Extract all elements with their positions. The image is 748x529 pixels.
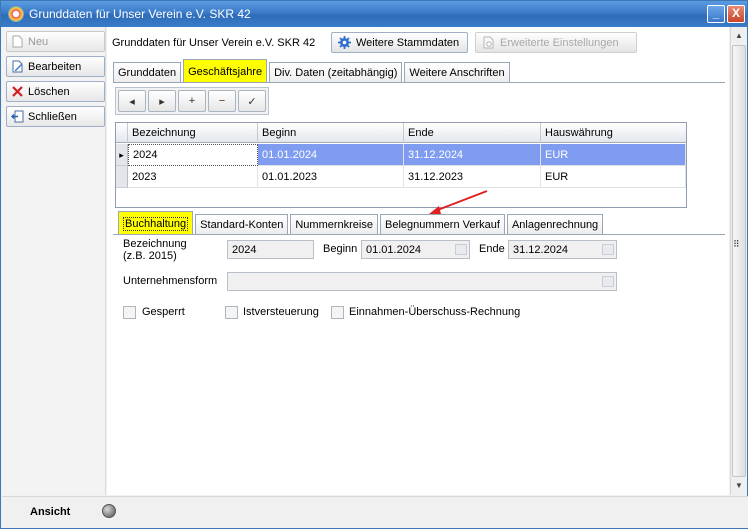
status-led-icon[interactable]	[102, 504, 116, 518]
table-cell[interactable]: EUR	[541, 166, 686, 188]
table-cell[interactable]: 31.12.2023	[404, 166, 541, 188]
calendar-icon[interactable]	[455, 244, 467, 255]
exit-icon	[11, 110, 24, 123]
splitter-grip-icon[interactable]: ⠿	[733, 239, 740, 250]
euer-label: Einnahmen-Überschuss-Rechnung	[349, 306, 521, 318]
tab-weitere-anschriften[interactable]: Weitere Anschriften	[404, 62, 510, 83]
ende-date-field[interactable]: 31.12.2024	[508, 240, 617, 259]
row-indicator: ▸	[116, 144, 128, 166]
extended-settings-button[interactable]: Erweiterte Einstellungen	[475, 32, 637, 53]
edit-button-label: Bearbeiten	[28, 60, 82, 73]
close-window-button[interactable]: X	[727, 5, 745, 23]
unternehmensform-label: Unternehmensform	[123, 275, 218, 287]
add-record-button[interactable]: +	[178, 90, 206, 112]
delete-button-label: Löschen	[28, 85, 70, 98]
table-row[interactable]: ▸ 2024 01.01.2024 31.12.2024 EUR	[116, 144, 686, 166]
table-cell[interactable]: 2024	[128, 144, 258, 166]
vertical-scrollbar[interactable]: ▲ ▼	[730, 27, 747, 495]
column-header-ende[interactable]: Ende	[404, 123, 541, 143]
column-header-hauswaehrung[interactable]: Hauswährung	[541, 123, 686, 143]
table-row[interactable]: 2023 01.01.2023 31.12.2023 EUR	[116, 166, 686, 188]
gesperrt-label: Gesperrt	[142, 306, 185, 318]
next-record-button[interactable]: ▸	[148, 90, 176, 112]
content-area: Grunddaten für Unser Verein e.V. SKR 42 …	[107, 27, 729, 495]
grid-header: Bezeichnung Beginn Ende Hauswährung	[116, 123, 686, 143]
main-window: Grunddaten für Unser Verein e.V. SKR 42 …	[0, 0, 748, 529]
bezeichnung-hint: (z.B. 2015)	[123, 250, 177, 262]
row-indicator	[116, 166, 128, 188]
unternehmensform-select[interactable]	[227, 272, 617, 291]
tab-buchhaltung[interactable]: Buchhaltung	[118, 211, 194, 235]
more-master-data-button[interactable]: Weitere Stammdaten	[331, 32, 468, 53]
sub-tab-divider	[113, 234, 725, 235]
status-bar: Ansicht	[2, 496, 748, 528]
delete-icon	[12, 86, 23, 97]
close-button-label: Schließen	[28, 110, 77, 123]
tab-geschaeftsjahre[interactable]: Geschäftsjahre	[183, 59, 268, 83]
fiscal-years-grid: Bezeichnung Beginn Ende Hauswährung ▸ 20…	[115, 122, 687, 208]
edit-icon	[12, 60, 23, 73]
sub-tab-bar: Buchhaltung Standard-Konten Nummernkreis…	[118, 210, 605, 235]
tab-divider	[113, 82, 725, 83]
beginn-date-field[interactable]: 01.01.2024	[361, 240, 470, 259]
settings-document-icon	[483, 36, 494, 49]
scroll-down-icon[interactable]: ▼	[731, 478, 747, 494]
tab-grunddaten[interactable]: Grunddaten	[113, 62, 182, 83]
euer-checkbox[interactable]	[331, 306, 344, 319]
prev-record-button[interactable]: ◂	[118, 90, 146, 112]
grid-corner	[116, 123, 128, 143]
column-header-bezeichnung[interactable]: Bezeichnung	[128, 123, 258, 143]
new-button-label: Neu	[28, 35, 49, 48]
beginn-label: Beginn	[323, 243, 358, 255]
record-navigator: ◂ ▸ + − ✓	[115, 87, 269, 115]
tab-standard-konten[interactable]: Standard-Konten	[195, 214, 289, 235]
window-title: Grunddaten für Unser Verein e.V. SKR 42	[29, 7, 251, 21]
view-label: Ansicht	[30, 506, 71, 518]
confirm-record-button[interactable]: ✓	[238, 90, 266, 112]
close-button[interactable]: Schließen	[6, 106, 105, 127]
table-cell[interactable]: 2023	[128, 166, 258, 188]
remove-record-button[interactable]: −	[208, 90, 236, 112]
page-title: Grunddaten für Unser Verein e.V. SKR 42	[112, 37, 316, 49]
more-master-data-label: Weitere Stammdaten	[356, 36, 460, 49]
tab-div-daten[interactable]: Div. Daten (zeitabhängig)	[269, 62, 403, 83]
table-cell[interactable]: EUR	[541, 144, 686, 166]
table-cell[interactable]: 31.12.2024	[404, 144, 541, 166]
delete-button[interactable]: Löschen	[6, 81, 105, 102]
istversteuerung-label: Istversteuerung	[243, 306, 319, 318]
app-icon	[8, 6, 24, 22]
calendar-icon[interactable]	[602, 244, 614, 255]
new-document-icon	[12, 35, 23, 48]
new-button[interactable]: Neu	[6, 31, 105, 52]
edit-button[interactable]: Bearbeiten	[6, 56, 105, 77]
main-tab-bar: Grunddaten Geschäftsjahre Div. Daten (ze…	[113, 58, 512, 83]
bezeichnung-field[interactable]: 2024	[227, 240, 314, 259]
title-bar[interactable]: Grunddaten für Unser Verein e.V. SKR 42 …	[1, 1, 747, 27]
minimize-button[interactable]: _	[707, 5, 725, 23]
extended-settings-label: Erweiterte Einstellungen	[500, 36, 619, 49]
dropdown-icon[interactable]	[602, 276, 614, 287]
scroll-up-icon[interactable]: ▲	[731, 28, 747, 44]
tab-belegnummern-verkauf[interactable]: Belegnummern Verkauf	[379, 214, 505, 235]
ende-label: Ende	[479, 243, 505, 255]
table-cell[interactable]: 01.01.2023	[258, 166, 404, 188]
gear-icon	[338, 36, 351, 49]
tab-anlagenrechnung[interactable]: Anlagenrechnung	[506, 214, 604, 235]
tab-nummernkreise[interactable]: Nummernkreise	[290, 214, 378, 235]
istversteuerung-checkbox[interactable]	[225, 306, 238, 319]
column-header-beginn[interactable]: Beginn	[258, 123, 404, 143]
scroll-thumb[interactable]	[732, 45, 746, 477]
gesperrt-checkbox[interactable]	[123, 306, 136, 319]
table-cell[interactable]: 01.01.2024	[258, 144, 404, 166]
command-panel: Neu Bearbeiten Löschen Schließen	[2, 27, 106, 495]
bezeichnung-label: Bezeichnung	[123, 238, 187, 250]
